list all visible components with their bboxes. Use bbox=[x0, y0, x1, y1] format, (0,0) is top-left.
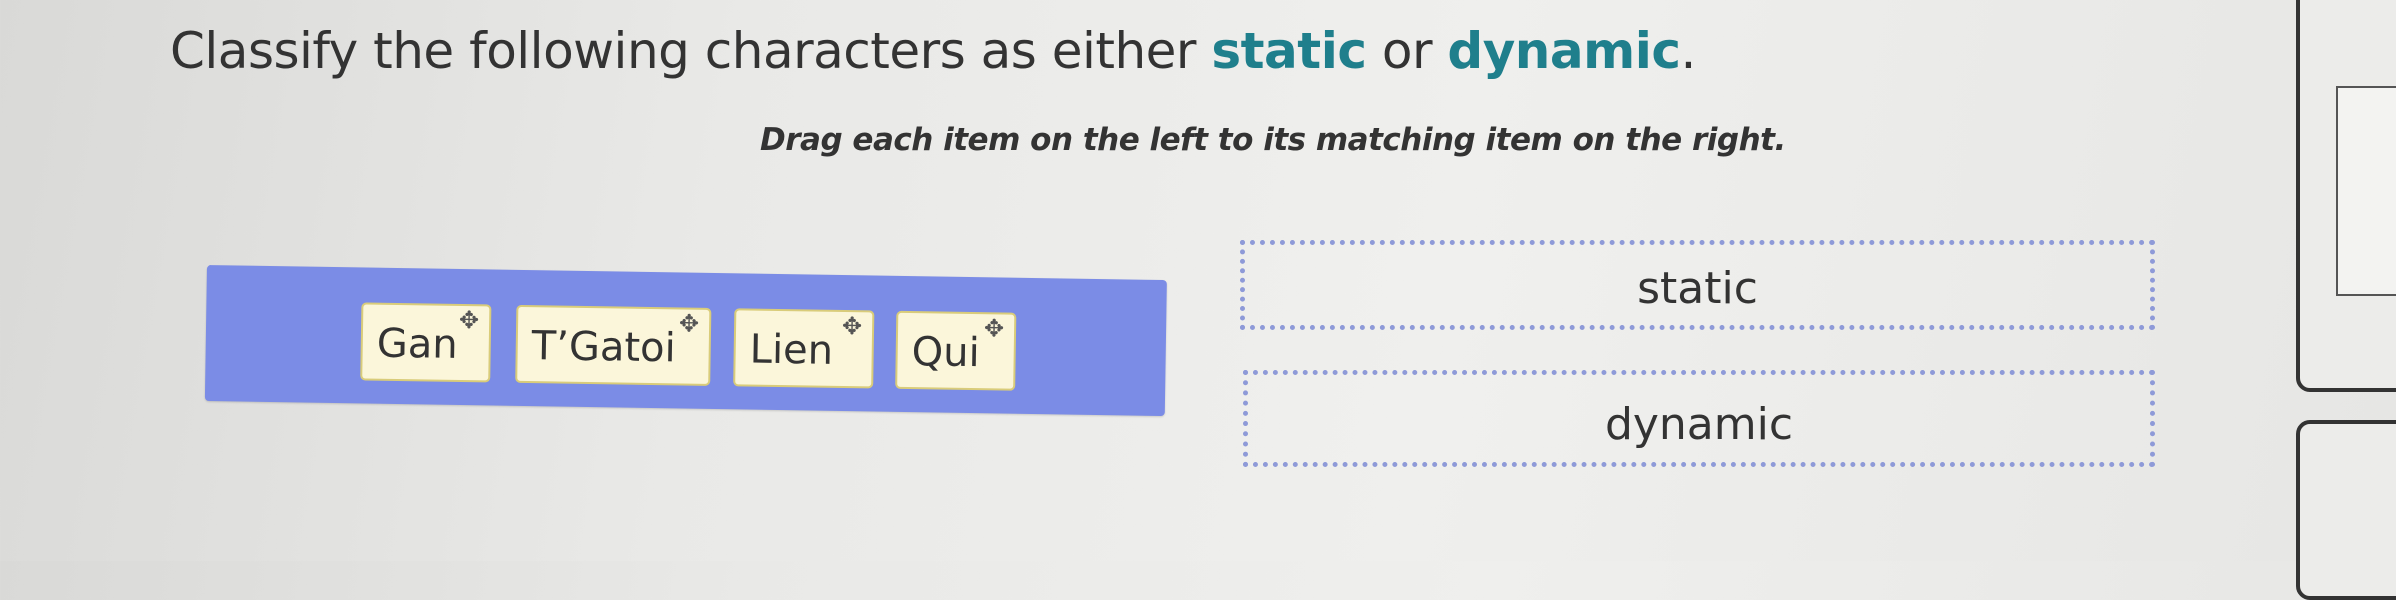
move-icon: ✥ bbox=[841, 311, 863, 341]
draggable-item-label: Qui bbox=[911, 329, 981, 377]
drop-target-label: dynamic bbox=[1604, 399, 1794, 450]
drop-target-label: static bbox=[1637, 263, 1758, 314]
draggable-item-lien[interactable]: Lien ✥ bbox=[733, 308, 875, 389]
move-icon: ✥ bbox=[678, 309, 700, 338]
drop-target-dynamic[interactable]: dynamic bbox=[1243, 370, 2155, 467]
move-icon: ✥ bbox=[458, 305, 480, 335]
draggable-item-gan[interactable]: Gan ✥ bbox=[360, 302, 492, 383]
side-panel-thumbnail bbox=[2336, 86, 2396, 296]
question-title: Classify the following characters as eit… bbox=[170, 22, 1696, 80]
draggable-item-label: Lien bbox=[749, 326, 834, 374]
question-prefix: Classify the following characters as eit… bbox=[170, 22, 1212, 80]
side-panel-frame-lower bbox=[2296, 420, 2396, 600]
side-panel-frame bbox=[2296, 0, 2396, 392]
draggable-items-tray: Gan ✥ T’Gatoi ✥ Lien ✥ Qui ✥ bbox=[204, 265, 1167, 417]
question-suffix: . bbox=[1680, 22, 1697, 80]
drop-target-static[interactable]: static bbox=[1240, 240, 2155, 330]
keyword-dynamic: dynamic bbox=[1447, 22, 1681, 80]
draggable-item-tgatoi[interactable]: T’Gatoi ✥ bbox=[515, 304, 712, 386]
draggable-item-label: T’Gatoi bbox=[531, 323, 677, 372]
question-middle: or bbox=[1366, 22, 1448, 80]
move-icon: ✥ bbox=[983, 314, 1005, 343]
draggable-item-qui[interactable]: Qui ✥ bbox=[895, 310, 1017, 391]
draggable-item-label: Gan bbox=[376, 320, 458, 368]
drag-instruction: Drag each item on the left to its matchi… bbox=[760, 122, 1786, 158]
keyword-static: static bbox=[1211, 22, 1367, 80]
